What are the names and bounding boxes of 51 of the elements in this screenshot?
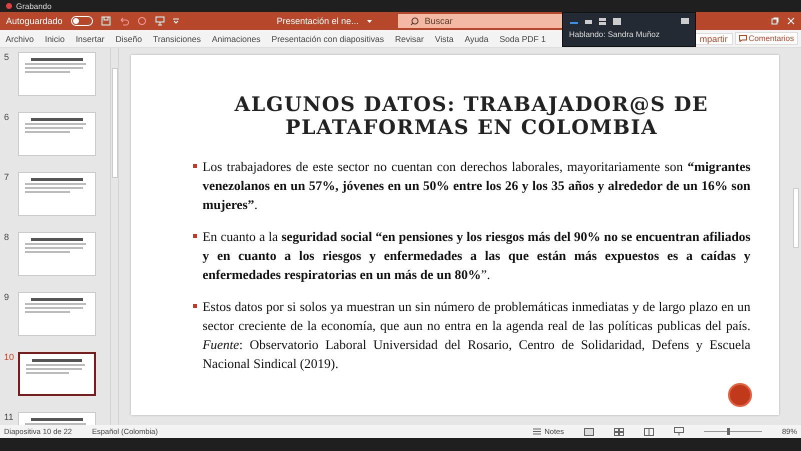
slide-number: 10 <box>4 352 12 364</box>
comment-icon <box>738 35 747 42</box>
scrollbar-thumb[interactable] <box>112 68 118 178</box>
share-button[interactable]: mpartir <box>694 32 733 44</box>
autosave-toggle[interactable] <box>70 16 93 26</box>
bullet-icon <box>192 164 196 168</box>
slide-number: 6 <box>4 112 10 124</box>
caret-icon[interactable] <box>172 18 179 24</box>
ribbon-tab[interactable]: Revisar <box>390 34 430 44</box>
bullet-icon <box>192 304 196 308</box>
ribbon-tab[interactable]: Animaciones <box>206 34 266 44</box>
document-title[interactable]: Presentación el ne... <box>276 16 359 26</box>
slide-number: 5 <box>4 52 10 64</box>
caret-icon[interactable] <box>366 20 372 22</box>
ribbon-tab[interactable]: Insertar <box>70 34 110 44</box>
slide-number: 8 <box>4 232 10 244</box>
bullet-icon <box>192 234 196 238</box>
restore-icon[interactable] <box>771 17 779 25</box>
grid-view-icon[interactable] <box>614 428 624 436</box>
autosave-label: Autoguardado <box>6 16 63 26</box>
ribbon-tab[interactable]: Diseño <box>110 34 148 44</box>
slide-thumbnail[interactable] <box>18 352 96 396</box>
recording-icon <box>6 3 12 9</box>
scrollbar-thumb[interactable] <box>792 188 798 248</box>
layout-icons-drawing[interactable] <box>569 17 689 25</box>
circle-logo-icon <box>728 383 752 407</box>
slide-number: 9 <box>4 292 10 304</box>
close-icon[interactable] <box>787 17 795 25</box>
ribbon-tab[interactable]: Inicio <box>39 34 70 44</box>
search-icon <box>410 16 419 26</box>
bullet-text: En cuanto a la seguridad social “en pensiones y los riesgos más del 90% no se encuentran afiliados y en cuanto a los riesgos y enfermedades a las que están más expuestos es a caídas y enfermedades respiratorias en un más de un 80%”. <box>202 228 750 284</box>
presenter-icon[interactable] <box>154 16 165 26</box>
ribbon-tab[interactable]: Presentación con diapositivas <box>266 34 390 44</box>
slide-title: ALGUNOS DATOS: TRABAJADOR@S DE PLATAFORMAS EN COLOMBIA <box>233 93 710 139</box>
ribbon-tab[interactable]: Soda PDF 1 <box>494 34 552 44</box>
ribbon-tab[interactable]: Ayuda <box>459 34 494 44</box>
ribbon-tab[interactable]: Transiciones <box>147 34 206 44</box>
recording-label: Grabando <box>16 2 52 10</box>
bullet-text: Los trabajadores de este sector no cuentan con derechos laborales, mayoritariamente son “migrantes venezolanos en un 57%, jóvenes en un 50% entre los 26 y los 35 años y alrededor de un 16% son mujeres”. <box>202 158 750 214</box>
ribbon-tab[interactable]: Archivo <box>0 34 40 44</box>
presenter-icon[interactable] <box>674 427 684 436</box>
comments-button[interactable]: Comentarios <box>734 32 798 45</box>
normal-view-icon[interactable] <box>584 428 594 436</box>
reading-view-icon[interactable] <box>644 428 654 436</box>
ribbon-tab[interactable]: Vista <box>429 34 460 44</box>
bullet-text: Estos datos por si solos ya muestran un sin número de problemáticas inmediatas y de largo plazo en un sector creciente de la economía, que aun no entra en la agenda real de las políticas publicas del país. Fuente: Observatorio Laboral Universidad del Rosario, Centro de Solidaridad, Defens y Escuela Nacional Sindical (2019). <box>202 298 750 373</box>
speaker-label: Hablando: Sandra Muñoz <box>569 30 661 39</box>
slide-number: 7 <box>4 172 10 184</box>
slide-number: 11 <box>4 412 12 424</box>
notes-icon[interactable] <box>533 428 542 435</box>
save-icon[interactable] <box>100 16 111 26</box>
